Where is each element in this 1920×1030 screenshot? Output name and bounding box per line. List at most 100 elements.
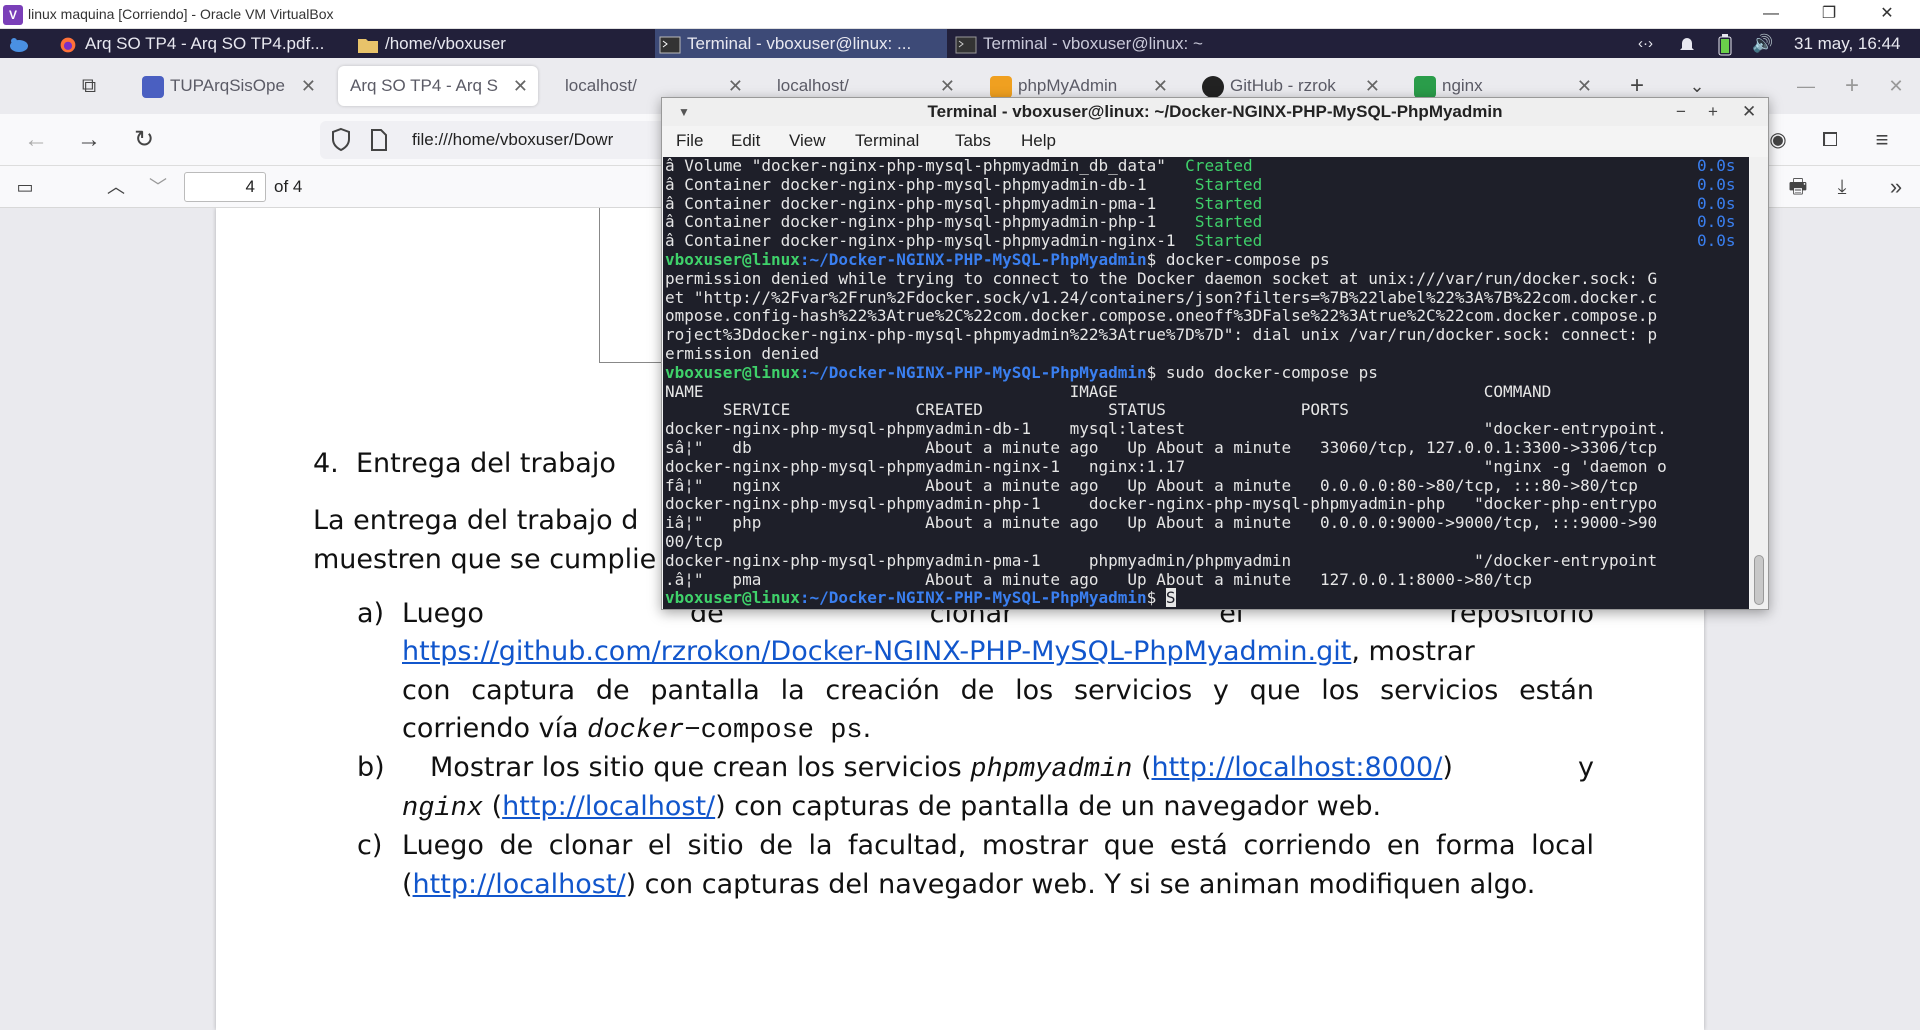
menu-hamburger-icon[interactable]: ≡ — [1866, 124, 1898, 156]
line-text: â Container docker-nginx-php-mysql-phpmy… — [665, 212, 1195, 232]
menu-edit[interactable]: Edit — [731, 131, 760, 151]
more-tools-chevron-icon[interactable]: » — [1880, 171, 1912, 203]
virtualbox-title: linux maquina [Corriendo] - Oracle VM Vi… — [28, 6, 334, 22]
list-item-c-line2: (http://localhost/) con capturas del nav… — [402, 869, 1536, 900]
nginx-favicon-icon — [1414, 75, 1436, 98]
browser-maximize-button[interactable]: + — [1836, 70, 1868, 102]
minimize-button[interactable]: — — [1748, 2, 1794, 26]
menu-help[interactable]: Help — [1021, 131, 1056, 151]
terminal-line: permission denied while trying to connec… — [665, 268, 1658, 288]
terminal-icon — [659, 36, 681, 54]
next-page-chevron-down-icon[interactable]: ﹀ — [142, 171, 174, 203]
localhost-link[interactable]: http://localhost/ — [502, 791, 715, 822]
terminal-scrollbar[interactable] — [1750, 157, 1768, 609]
close-button[interactable]: ✕ — [1864, 2, 1910, 26]
image-border — [599, 208, 600, 363]
back-arrow-icon[interactable]: ← — [20, 124, 52, 156]
prompt-user: vboxuser@linux — [665, 362, 800, 382]
localhost-8000-link[interactable]: http://localhost:8000/ — [1151, 752, 1442, 783]
terminal-line: NAME IMAGE COMMAND — [665, 381, 1552, 401]
menu-file[interactable]: File — [676, 131, 703, 151]
status-created: Created — [1185, 157, 1253, 175]
terminal-line: ompose.config-hash%22%3Atrue%2C%22com.do… — [665, 306, 1658, 326]
url-text[interactable]: file:///home/vboxuser/Dowr — [412, 130, 613, 150]
browser-minimize-button[interactable]: — — [1790, 70, 1822, 102]
list-item-a-line3: con captura de pantalla la creación de l… — [402, 675, 1594, 706]
taskbar-panel: Arq SO TP4 - Arq SO TP4.pdf... /home/vbo… — [0, 29, 1920, 58]
github-favicon-icon — [1202, 75, 1224, 98]
shield-icon[interactable] — [330, 127, 352, 158]
tab-close-icon[interactable]: ✕ — [513, 66, 528, 106]
terminal-minimize-button[interactable]: − — [1676, 98, 1686, 126]
menu-view[interactable]: View — [789, 131, 826, 151]
terminal-close-button[interactable]: ✕ — [1742, 98, 1756, 126]
taskbar-item-label: Terminal - vboxuser@linux: ~ — [983, 34, 1203, 53]
taskbar-item-label: Arq SO TP4 - Arq SO TP4.pdf... — [85, 34, 325, 53]
terminal-line: docker-nginx-php-mysql-phpmyadmin-php-1 … — [665, 494, 1658, 514]
phpmyadmin-favicon-icon — [990, 75, 1012, 98]
battery-icon[interactable] — [1718, 29, 1740, 58]
terminal-icon — [955, 36, 977, 54]
taskbar-item-terminal-active[interactable]: Terminal - vboxuser@linux: ... — [655, 29, 947, 58]
terminal-line: â Container docker-nginx-php-mysql-phpmy… — [665, 174, 1749, 195]
status-started: Started — [1194, 231, 1263, 251]
volume-icon[interactable]: 🔊 — [1752, 29, 1782, 58]
tab-arq-so-tp4[interactable]: Arq SO TP4 - Arq S ✕ — [338, 66, 538, 106]
command: $ docker-compose ps — [1146, 249, 1330, 269]
sidebar-toggle-icon[interactable]: ▭ — [9, 171, 41, 203]
duration: 0.0s — [1697, 174, 1736, 194]
list-marker: b) — [357, 752, 385, 783]
print-icon[interactable]: 🖶 — [1782, 171, 1814, 203]
window-menu-chevron-down-icon[interactable]: ▼ — [678, 98, 690, 126]
terminal-maximize-button[interactable]: + — [1708, 98, 1718, 126]
restore-button[interactable]: ❐ — [1806, 2, 1852, 26]
tab-label: nginx — [1442, 76, 1483, 95]
menu-tabs[interactable]: Tabs — [955, 131, 991, 151]
forward-arrow-icon[interactable]: → — [73, 124, 105, 156]
list-marker: a) — [357, 598, 385, 629]
whisker-menu-icon[interactable] — [8, 29, 38, 58]
download-icon[interactable]: ⤓ — [1826, 171, 1858, 203]
taskbar-item-firefox[interactable]: Arq SO TP4 - Arq SO TP4.pdf... — [55, 29, 355, 58]
extensions-icon[interactable]: ⧠ — [1814, 124, 1846, 156]
terminal-prompt-line: vboxuser@linux:~/Docker-NGINX-PHP-MySQL-… — [665, 588, 1749, 608]
text: Mostrar los sitio que crean los servicio… — [430, 752, 971, 783]
list-item-b-line2: nginx (http://localhost/) con capturas d… — [402, 791, 1382, 824]
terminal-prompt-line: vboxuser@linux:~/Docker-NGINX-PHP-MySQL-… — [665, 362, 1749, 383]
line-text: â Container docker-nginx-php-mysql-phpmy… — [665, 193, 1195, 213]
taskbar-item-files[interactable]: /home/vboxuser — [357, 29, 657, 58]
localhost-link[interactable]: http://localhost/ — [413, 869, 626, 900]
tab-close-icon[interactable]: ✕ — [301, 66, 316, 106]
list-item-a-line2: https://github.com/rzrokon/Docker-NGINX-… — [402, 636, 1594, 667]
word: Luego — [402, 598, 484, 629]
terminal-titlebar[interactable]: ▼ Terminal - vboxuser@linux: ~/Docker-NG… — [662, 98, 1768, 126]
scrollbar-thumb[interactable] — [1754, 555, 1764, 605]
tab-label: Arq SO TP4 - Arq S — [350, 76, 499, 95]
terminal-output[interactable]: â Volume "docker-nginx-php-mysql-phpmyad… — [663, 157, 1749, 609]
page-number-input[interactable]: 4 — [184, 172, 266, 202]
network-icon[interactable]: ‹·› — [1638, 29, 1668, 58]
reload-icon[interactable]: ↻ — [128, 124, 160, 156]
tab-label: localhost/ — [777, 76, 849, 95]
menu-terminal[interactable]: Terminal — [855, 131, 919, 151]
tab-overview-icon[interactable]: ⧉ — [73, 70, 105, 102]
status-started: Started — [1194, 174, 1263, 194]
browser-close-button[interactable]: ✕ — [1880, 70, 1912, 102]
virtualbox-titlebar: V linux maquina [Corriendo] - Oracle VM … — [0, 0, 1920, 29]
terminal-title: Terminal - vboxuser@linux: ~/Docker-NGIN… — [927, 102, 1503, 121]
terminal-window[interactable]: ▼ Terminal - vboxuser@linux: ~/Docker-NG… — [661, 97, 1769, 610]
previous-page-chevron-up-icon[interactable]: ︿ — [100, 171, 132, 203]
virtualbox-icon: V — [3, 5, 23, 25]
repo-link[interactable]: https://github.com/rzrokon/Docker-NGINX-… — [402, 636, 1351, 667]
notification-bell-icon[interactable] — [1678, 29, 1702, 58]
paragraph-line: muestren que se cumplie — [313, 544, 657, 575]
text: . — [862, 713, 872, 744]
terminal-line: roject%3Ddocker-nginx-php-mysql-phpmyadm… — [665, 325, 1658, 345]
terminal-cursor: S — [1165, 588, 1176, 608]
tab-tuparqsisope[interactable]: TUPArqSisOpe ✕ — [130, 66, 326, 106]
taskbar-item-label: Terminal - vboxuser@linux: ... — [687, 34, 912, 53]
clock[interactable]: 31 may, 16:44 — [1794, 29, 1916, 58]
taskbar-item-label: /home/vboxuser — [385, 34, 506, 53]
taskbar-item-terminal[interactable]: Terminal - vboxuser@linux: ~ — [955, 29, 1255, 58]
terminal-line: docker-nginx-php-mysql-phpmyadmin-pma-1 … — [665, 550, 1658, 570]
